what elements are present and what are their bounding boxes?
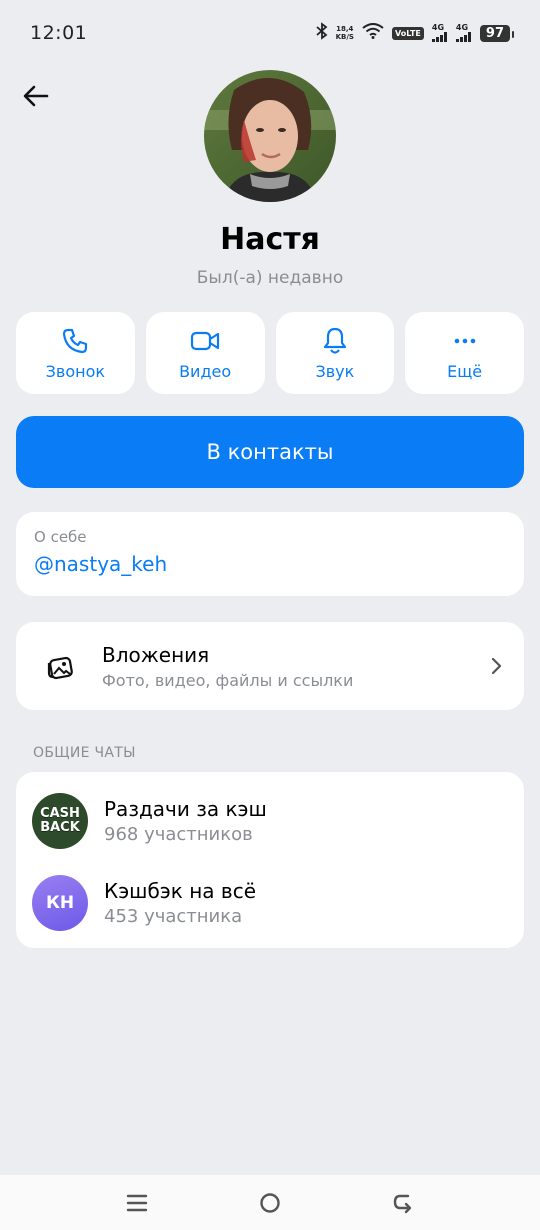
network-speed: 18,4 KB/S [335,25,354,41]
attachments-subtitle: Фото, видео, файлы и ссылки [102,670,354,690]
bluetooth-icon [315,22,328,44]
chat-item[interactable]: CASH BACK Раздачи за кэш 968 участников [16,780,524,862]
home-circle-icon [260,1192,280,1213]
chat-members: 968 участников [104,824,253,845]
profile-photo [204,70,336,202]
volte-badge: VoLTE [391,26,424,40]
recent-apps-button[interactable] [117,1183,157,1223]
system-back-button[interactable] [383,1183,423,1223]
phone-icon [63,328,88,353]
common-chats-header: ОБЩИЕ ЧАТЫ [33,745,136,761]
chat-name: Раздачи за кэш [104,797,267,821]
more-button[interactable]: Ещё [405,312,524,394]
back-button[interactable] [20,80,52,112]
about-title: О себе [34,528,87,546]
signal-bars-icon [455,32,471,42]
profile-name: Настя [220,222,320,257]
last-seen-status: Был(-а) недавно [196,268,344,288]
bell-icon [323,327,346,354]
arrow-left-icon [23,85,49,107]
gallery-icon [34,640,86,692]
sound-label: Звук [315,361,355,381]
attachments-title: Вложения [102,642,210,667]
common-chats-list: CASH BACK Раздачи за кэш 968 участников … [16,772,524,948]
video-icon [191,331,220,350]
menu-icon [126,1194,147,1211]
chat-members: 453 участника [104,906,243,927]
status-icons: 18,4 KB/S VoLTE 4G 4G 97 [315,22,515,44]
sound-button[interactable]: Звук [275,312,395,394]
status-bar: 12:01 18,4 KB/S VoLTE 4G 4G 97 [0,0,540,66]
battery-indicator: 97 [479,24,515,42]
chat-item[interactable]: КН Кэшбэк на всё 453 участника [16,862,524,944]
call-label: Звонок [45,361,106,381]
about-card: О себе @nastya_keh [16,512,524,596]
action-buttons: Звонок Видео Звук Ещё [16,312,524,394]
attachments-row[interactable]: Вложения Фото, видео, файлы и ссылки [16,622,524,710]
add-to-contacts-button[interactable]: В контакты [16,416,524,488]
username-link[interactable]: @nastya_keh [34,552,506,576]
signal-bars-icon [431,32,447,42]
profile-avatar[interactable] [204,70,336,202]
home-button[interactable] [250,1183,290,1223]
chevron-right-icon [486,656,506,676]
system-nav-bar [0,1175,540,1230]
back-arrow-icon [394,1194,412,1213]
call-button[interactable]: Звонок [16,312,135,394]
more-label: Ещё [447,361,483,381]
wifi-icon [362,23,384,43]
video-label: Видео [179,361,232,381]
chat-avatar: CASH BACK [32,793,88,849]
more-icon [454,338,475,343]
chat-avatar: КН [32,875,88,931]
signal-sim2: 4G [455,24,472,42]
clock: 12:01 [30,22,88,44]
chat-name: Кэшбэк на всё [104,879,257,903]
signal-sim1: 4G [431,24,448,42]
video-button[interactable]: Видео [145,312,265,394]
